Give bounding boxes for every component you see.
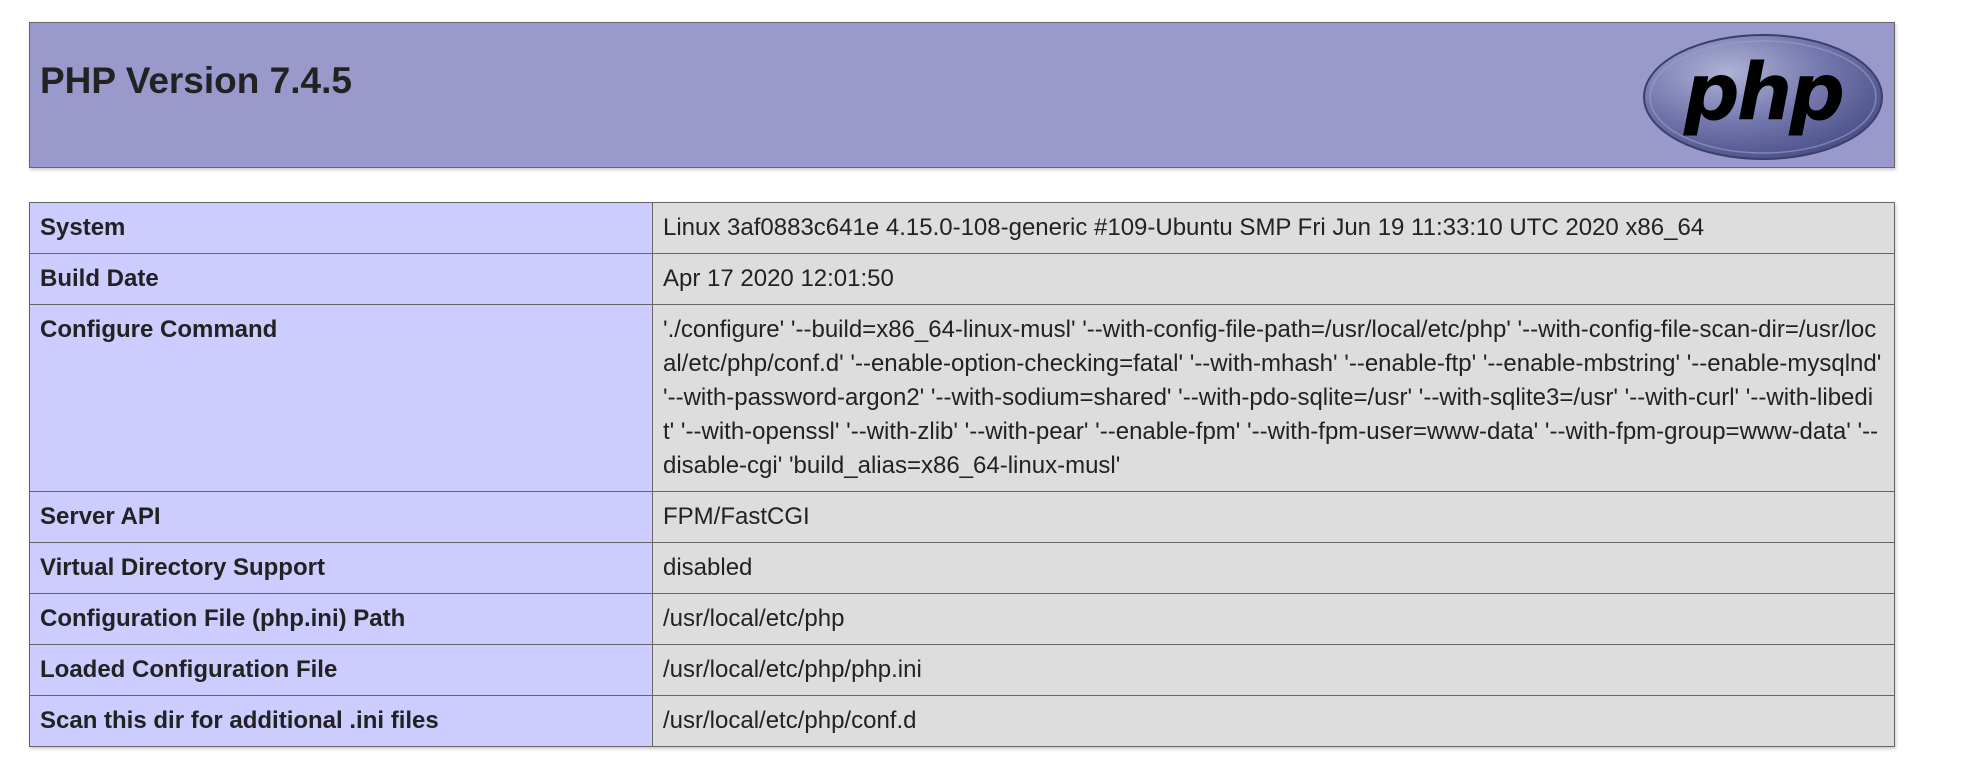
row-value: disabled — [652, 542, 1895, 594]
table-row: Loaded Configuration File/usr/local/etc/… — [29, 644, 1895, 696]
table-row: Configure Command './configure' '--build=… — [29, 304, 1895, 492]
table-row: Build Date Apr 17 2020 12:01:50 — [29, 253, 1895, 305]
table-row: Configuration File (php.ini) Path/usr/lo… — [29, 593, 1895, 645]
row-label: System — [29, 202, 653, 254]
row-value: /usr/local/etc/php — [652, 593, 1895, 645]
row-value: /usr/local/etc/php/conf.d — [652, 695, 1895, 747]
row-value: FPM/FastCGI — [652, 491, 1895, 543]
row-value: Apr 17 2020 12:01:50 — [652, 253, 1895, 305]
row-label: Scan this dir for additional .ini files — [29, 695, 653, 747]
table-row: Virtual Directory Support disabled — [29, 542, 1895, 594]
table-row: System Linux 3af0883c641e 4.15.0-108-gene… — [29, 202, 1895, 254]
php-logo[interactable]: php — [1642, 33, 1884, 161]
row-value: /usr/local/etc/php/php.ini — [652, 644, 1895, 696]
table-row: Scan this dir for additional .ini files /… — [29, 695, 1895, 747]
row-value: './configure' '--build=x86_64-linux-musl… — [652, 304, 1895, 492]
info-table: System Linux 3af0883c641e 4.15.0-108-gene… — [29, 202, 1895, 747]
svg-text:php: php — [1683, 48, 1842, 138]
page-title: PHP Version 7.4.5 — [40, 60, 352, 101]
row-label: Server API — [29, 491, 653, 543]
row-label: Configuration File (php.ini) Path — [29, 593, 653, 645]
php-version-header: PHP Version 7.4.5 php — [29, 22, 1895, 168]
row-label: Configure Command — [29, 304, 653, 492]
row-label: Loaded Configuration File — [29, 644, 653, 696]
row-value: Linux 3af0883c641e 4.15.0-108-generic #1… — [652, 202, 1895, 254]
row-label: Virtual Directory Support — [29, 542, 653, 594]
table-row: Server API FPM/FastCGI — [29, 491, 1895, 543]
row-label: Build Date — [29, 253, 653, 305]
